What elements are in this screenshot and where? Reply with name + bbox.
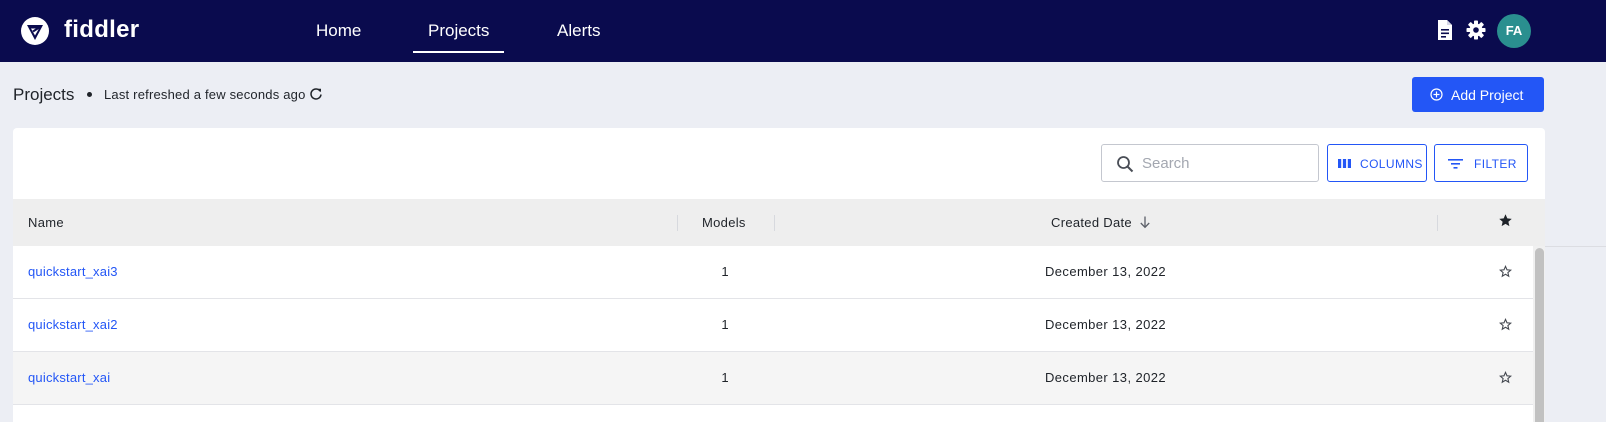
active-tab-indicator [413,51,504,53]
project-name-link[interactable]: quickstart_xai2 [28,317,118,332]
add-project-label: Add Project [1451,87,1524,103]
column-header-models[interactable]: Models [702,215,746,230]
column-header-created-date[interactable]: Created Date [1051,215,1132,230]
last-refreshed-text: Last refreshed a few seconds ago [104,87,306,102]
models-count: 1 [721,370,729,385]
created-date: December 13, 2022 [1045,370,1166,385]
gear-icon[interactable] [1465,19,1487,41]
star-outline-icon[interactable] [1499,318,1512,331]
document-icon[interactable] [1434,19,1456,41]
table-header: Name Models Created Date [13,199,1545,246]
nav-alerts[interactable]: Alerts [557,21,600,41]
separator-dot [87,92,92,97]
scrollbar-thumb[interactable] [1535,248,1544,422]
page-title: Projects [13,85,75,104]
project-name-link[interactable]: quickstart_xai [28,370,110,385]
filter-label: FILTER [1474,157,1517,171]
user-avatar[interactable]: FA [1497,14,1531,48]
star-filled-icon[interactable] [1498,213,1513,228]
add-project-button[interactable]: Add Project [1412,77,1544,112]
search-icon [1117,156,1134,173]
column-separator [677,215,678,231]
column-separator [1437,215,1438,231]
table-row[interactable]: quickstart_xai3 1 December 13, 2022 [13,246,1533,299]
models-count: 1 [721,317,729,332]
star-outline-icon[interactable] [1499,265,1512,278]
columns-icon [1338,159,1351,168]
divider [1545,246,1606,247]
filter-icon [1448,159,1463,169]
table-scrollbar[interactable] [1533,246,1545,422]
table-row[interactable]: quickstart_xai 1 December 13, 2022 [13,352,1533,405]
columns-label: COLUMNS [1360,157,1423,171]
columns-button[interactable]: COLUMNS [1327,144,1427,182]
brand-name[interactable]: fiddler [64,16,139,44]
project-name-link[interactable]: quickstart_xai3 [28,264,118,279]
table-row[interactable]: quickstart_xai2 1 December 13, 2022 [13,299,1533,352]
created-date: December 13, 2022 [1045,264,1166,279]
top-navbar: fiddler Home Projects Alerts FA [0,0,1606,62]
column-header-name[interactable]: Name [28,215,64,230]
filter-button[interactable]: FILTER [1434,144,1528,182]
nav-home[interactable]: Home [316,21,361,41]
refresh-icon[interactable] [309,87,323,101]
add-circle-icon [1430,88,1443,101]
search-input[interactable] [1142,153,1312,173]
column-separator [774,215,775,231]
sort-descending-icon[interactable] [1139,215,1151,229]
search-box[interactable] [1101,144,1319,182]
star-outline-icon[interactable] [1499,371,1512,384]
models-count: 1 [721,264,729,279]
created-date: December 13, 2022 [1045,317,1166,332]
projects-table-card: COLUMNS FILTER Name Models Created Date … [13,128,1545,422]
nav-projects[interactable]: Projects [428,21,489,41]
fiddler-logo-icon[interactable] [20,16,50,46]
